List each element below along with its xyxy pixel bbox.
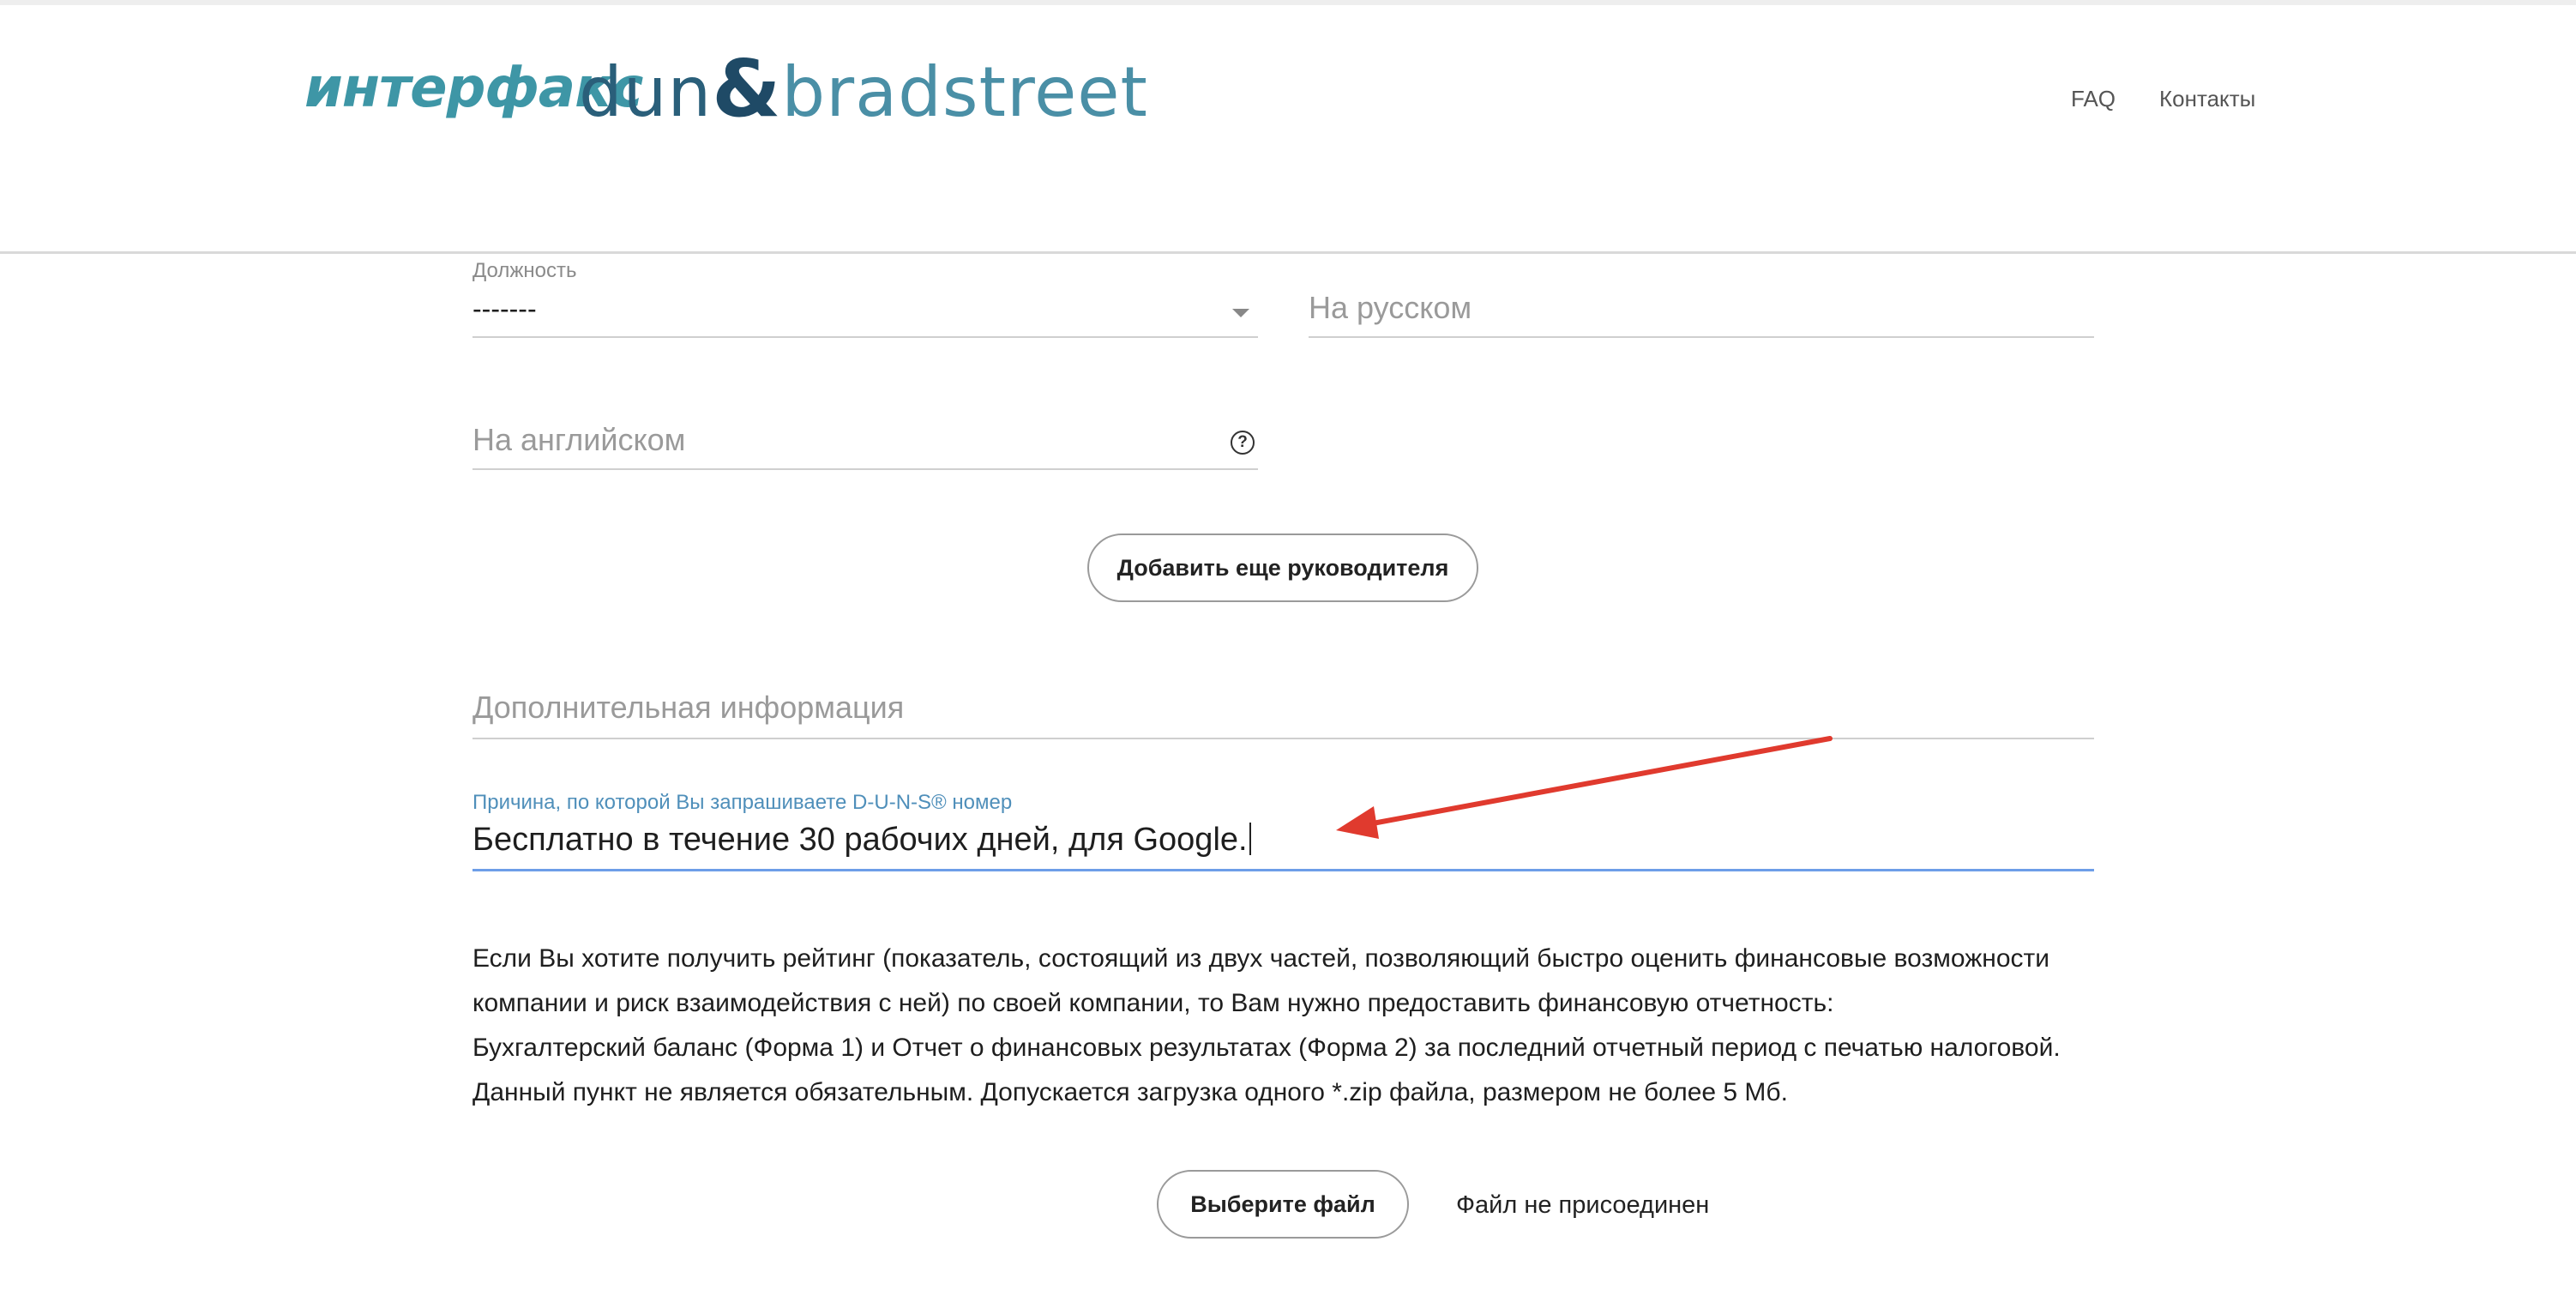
annotation-arrow-line bbox=[1361, 736, 1833, 828]
annotation-arrow-head bbox=[1336, 806, 1379, 839]
annotation-arrow bbox=[1336, 736, 1833, 839]
